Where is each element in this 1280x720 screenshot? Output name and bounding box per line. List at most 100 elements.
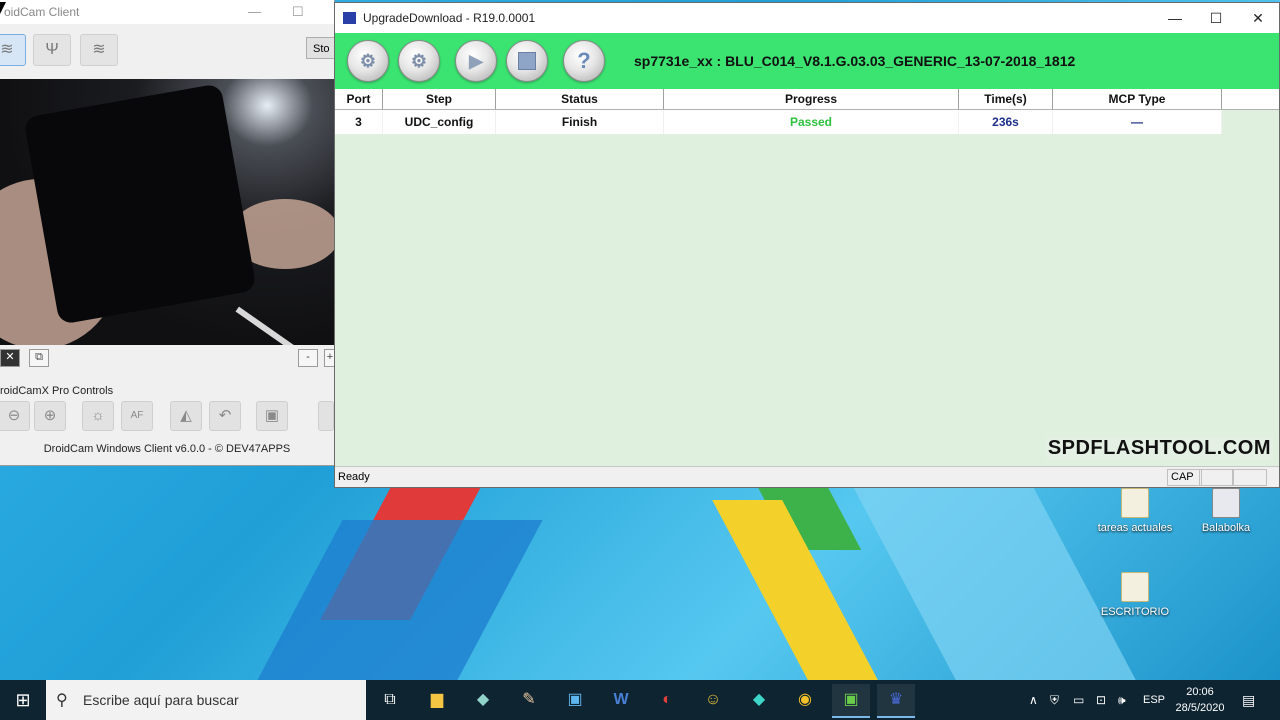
stop-download-button[interactable] bbox=[506, 40, 548, 82]
droidcam-icon: ▣ bbox=[843, 691, 859, 708]
desktop-icon-balabolka[interactable]: Balabolka bbox=[1186, 488, 1266, 534]
status-cell: Finish bbox=[496, 110, 664, 134]
minimize-icon[interactable]: — bbox=[248, 0, 261, 24]
caps-indicator: CAP bbox=[1167, 469, 1202, 486]
wifi-button[interactable]: ≋ bbox=[0, 34, 26, 66]
firmware-banner: sp7731e_xx : BLU_C014_V8.1.G.03.03_GENER… bbox=[634, 53, 1076, 69]
show-hidden-icons[interactable]: ∧ bbox=[1029, 680, 1038, 720]
network-icon[interactable]: ⊡ bbox=[1096, 680, 1106, 720]
search-box[interactable]: ⚲ Escribe aquí para buscar bbox=[46, 680, 366, 720]
taskbar-app-kodi[interactable]: ◆ bbox=[740, 684, 778, 716]
task-view-button[interactable]: ⧉ bbox=[371, 684, 409, 716]
upgrade-download-window: UpgradeDownload - R19.0.0001 — ☐ ✕ ⚙ ⚙ ▶… bbox=[334, 2, 1280, 488]
wifi-server-button[interactable]: ≋ bbox=[80, 34, 118, 66]
close-icon[interactable]: ✕ bbox=[1238, 3, 1278, 33]
snapshot-button[interactable]: ▣ bbox=[256, 401, 288, 431]
maximize-icon[interactable]: ☐ bbox=[1196, 3, 1236, 33]
task-view-icon: ⧉ bbox=[384, 691, 396, 708]
paint-icon: ✎ bbox=[522, 691, 536, 708]
power-icon[interactable]: ▭ bbox=[1073, 680, 1084, 720]
taskbar-app-notepad[interactable]: ◆ bbox=[464, 684, 502, 716]
zoom-out-button[interactable]: ⊖ bbox=[0, 401, 30, 431]
desktop-icon-escritorio[interactable]: ESCRITORIO bbox=[1095, 572, 1175, 618]
help-icon: ? bbox=[577, 48, 591, 73]
column-header[interactable]: Step bbox=[383, 89, 496, 109]
status-pane bbox=[1199, 469, 1233, 486]
maximize-icon[interactable]: ☐ bbox=[292, 0, 304, 24]
search-icon: ⚲ bbox=[56, 692, 68, 709]
column-header[interactable]: Progress bbox=[664, 89, 959, 109]
step-cell: UDC_config bbox=[383, 110, 496, 134]
taskbar-app-upgradedownload[interactable]: ♛ bbox=[877, 684, 915, 718]
smiley-icon: ☺ bbox=[704, 691, 722, 708]
popout-button[interactable]: ⧉ bbox=[29, 349, 49, 367]
window-title: UpgradeDownload - R19.0.0001 bbox=[363, 11, 536, 25]
pro-controls-label: roidCamX Pro Controls bbox=[0, 385, 114, 397]
stop-button[interactable]: Sto bbox=[306, 37, 336, 59]
column-header[interactable]: Time(s) bbox=[959, 89, 1053, 109]
notepad-icon: ◆ bbox=[476, 691, 490, 708]
taskbar-app-snipping[interactable]: ▣ bbox=[556, 684, 594, 716]
notifications-icon[interactable]: ▤ bbox=[1242, 680, 1255, 720]
volume-icon[interactable]: 🕪 bbox=[1118, 680, 1126, 720]
taskbar-app-red[interactable]: ◐ bbox=[648, 684, 686, 716]
windows-icon: ⊞ bbox=[15, 690, 31, 710]
column-header[interactable]: Status bbox=[496, 89, 664, 109]
wifi-server-icon: ≋ bbox=[92, 41, 106, 58]
folder-icon: ▆ bbox=[430, 691, 444, 708]
progress-cell: Passed bbox=[664, 110, 959, 134]
wallpaper-blue-band bbox=[257, 520, 543, 680]
table-row[interactable]: 3 UDC_config Finish Passed 236s — bbox=[335, 110, 1279, 134]
more-button[interactable] bbox=[318, 401, 334, 431]
usb-icon: Ψ bbox=[45, 41, 59, 58]
droidcam-controls: ✕ ⧉ - + roidCamX Pro Controls ⊖ ⊕ ☼ AF ◭… bbox=[0, 345, 336, 465]
shield-icon[interactable]: ⛨ bbox=[1050, 680, 1059, 720]
taskbar-app-word[interactable]: W bbox=[602, 684, 640, 716]
minimize-icon[interactable]: — bbox=[1155, 3, 1195, 33]
wallpaper-yellow-stripe bbox=[712, 500, 878, 680]
column-header[interactable]: Port bbox=[335, 89, 383, 109]
start-download-button[interactable]: ▶ bbox=[455, 40, 497, 82]
port-cell: 3 bbox=[335, 110, 383, 134]
status-text: Ready bbox=[338, 471, 370, 483]
upgrade-titlebar: UpgradeDownload - R19.0.0001 — ☐ ✕ bbox=[335, 3, 1279, 33]
gear-icon: ⚙ bbox=[359, 51, 377, 71]
snapshot-icon: ▣ bbox=[264, 407, 280, 424]
mouse-cursor-icon bbox=[0, 2, 6, 14]
clock[interactable]: 20:06 28/5/2020 bbox=[1168, 684, 1232, 716]
wifi-icon: ≋ bbox=[0, 41, 14, 58]
settings-button[interactable]: ⚙ bbox=[347, 40, 389, 82]
chrome-icon: ◉ bbox=[798, 691, 812, 708]
wallpaper-light-band bbox=[844, 470, 1136, 680]
autofocus-button[interactable]: AF bbox=[121, 401, 153, 431]
rotate-button[interactable]: ↶ bbox=[209, 401, 241, 431]
balabolka-icon bbox=[1212, 488, 1240, 518]
load-packet-button[interactable]: ⚙ bbox=[398, 40, 440, 82]
droidcam-footer: DroidCam Windows Client v6.0.0 - © DEV47… bbox=[43, 443, 291, 455]
desktop-icon-tareas[interactable]: tareas actuales bbox=[1095, 488, 1175, 534]
time-cell: 236s bbox=[959, 110, 1053, 134]
mirror-button[interactable]: ◭ bbox=[170, 401, 202, 431]
usb-button[interactable]: Ψ bbox=[33, 34, 71, 66]
clock-time: 20:06 bbox=[1186, 686, 1214, 698]
language-indicator[interactable]: ESP bbox=[1143, 680, 1165, 720]
start-button[interactable]: ⊞ bbox=[0, 680, 46, 720]
taskbar-app-paint[interactable]: ✎ bbox=[510, 684, 548, 716]
word-icon: W bbox=[613, 691, 629, 708]
status-bar: Ready CAP bbox=[335, 466, 1279, 487]
taskbar-app-chrome[interactable]: ◉ bbox=[786, 684, 824, 716]
zoom-in-button[interactable]: ⊕ bbox=[34, 401, 66, 431]
video-off-button[interactable]: ✕ bbox=[0, 349, 20, 367]
taskbar-app-droidcam[interactable]: ▣ bbox=[832, 684, 870, 718]
zoom-minus-button[interactable]: - bbox=[298, 349, 318, 367]
clock-date: 28/5/2020 bbox=[1175, 702, 1225, 714]
taskbar-app-face[interactable]: ☺ bbox=[694, 684, 732, 716]
taskbar-app-explorer[interactable]: ▆ bbox=[418, 684, 456, 716]
search-placeholder: Escribe aquí para buscar bbox=[83, 692, 239, 708]
light-button[interactable]: ☼ bbox=[82, 401, 114, 431]
help-button[interactable]: ? bbox=[563, 40, 605, 82]
snipping-icon: ▣ bbox=[567, 691, 583, 708]
column-header[interactable]: MCP Type bbox=[1053, 89, 1222, 109]
port-list: Port Step Status Progress Time(s) MCP Ty… bbox=[335, 89, 1279, 134]
app-icon bbox=[343, 12, 356, 24]
